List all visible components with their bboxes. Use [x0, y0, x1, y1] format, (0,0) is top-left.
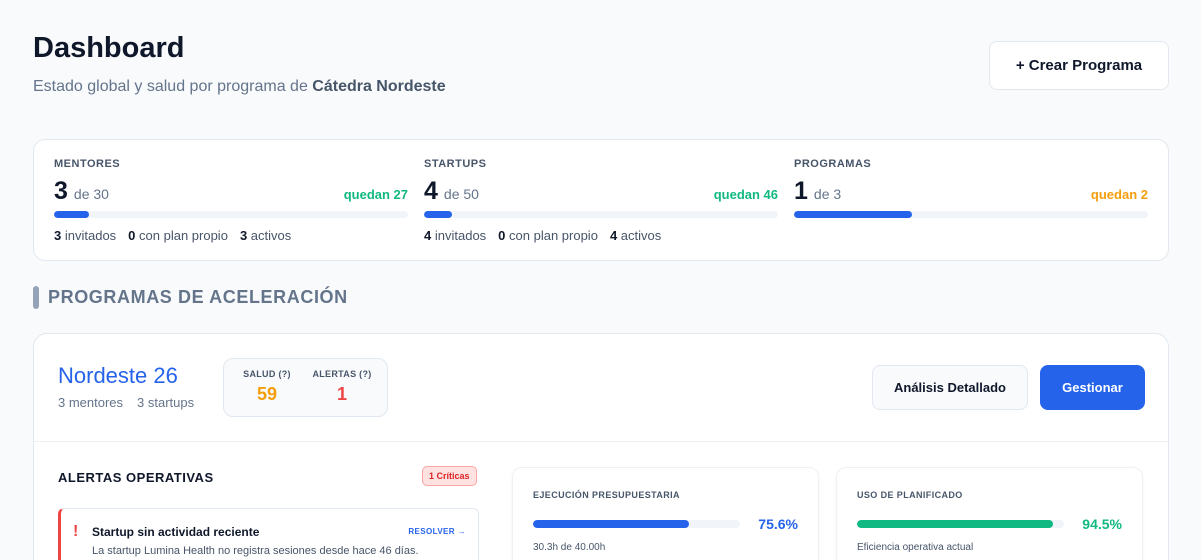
- page-title: Dashboard: [33, 32, 185, 64]
- program-meta: 3 mentores 3 startups: [58, 395, 194, 410]
- alerts-metric: ALERTAS (?) 1: [302, 369, 382, 405]
- stat-progress-fill: [424, 211, 453, 218]
- budget-execution-card: EJECUCIÓN PRESUPUESTARIA 75.6% 30.3h de …: [512, 467, 819, 560]
- stat-limit: de 50: [443, 186, 479, 202]
- alerts-label[interactable]: ALERTAS (?): [302, 369, 382, 379]
- stat-progress-fill: [54, 211, 90, 218]
- program-startups-count: 3 startups: [137, 395, 195, 410]
- card-divider: [34, 441, 1168, 442]
- kpi-label: EJECUCIÓN PRESUPUESTARIA: [533, 490, 680, 500]
- org-name: Cátedra Nordeste: [312, 78, 446, 95]
- stat-progress-bar: [54, 211, 408, 218]
- stat-detail-active: 4 activos: [609, 228, 662, 243]
- kpi-subtext: 30.3h de 40.00h: [533, 542, 606, 553]
- program-card: Nordeste 26 3 mentores 3 startups SALUD …: [33, 333, 1169, 560]
- stat-detail-invited: 4 invitados: [424, 228, 487, 243]
- stat-remaining: quedan 2: [1090, 187, 1148, 202]
- stat-remaining: quedan 46: [713, 187, 778, 202]
- stat-label: PROGRAMAS: [794, 158, 872, 170]
- resolve-link[interactable]: RESOLVER →: [408, 527, 466, 536]
- usage-stats-card: MENTORES 3 de 30 quedan 27 3 invitados 0 …: [33, 139, 1169, 261]
- health-value: 59: [256, 384, 278, 404]
- alert-description: La startup Lumina Health no registra ses…: [92, 545, 419, 557]
- kpi-progress-bar: [533, 520, 740, 528]
- stat-value: 4: [424, 177, 438, 205]
- kpi-value: 94.5%: [1082, 516, 1122, 532]
- stat-details: 4 invitados 0 con plan propio 4 activos: [424, 228, 661, 243]
- stat-progress-fill: [794, 211, 912, 218]
- stat-details: 3 invitados 0 con plan propio 3 activos: [54, 228, 291, 243]
- alert-title: Startup sin actividad reciente: [92, 525, 260, 539]
- stat-progress-bar: [424, 211, 778, 218]
- exclamation-icon: !: [73, 523, 79, 540]
- program-mentors-count: 3 mentores: [58, 395, 124, 410]
- stat-detail-active: 3 activos: [239, 228, 292, 243]
- stat-limit: de 3: [813, 186, 842, 202]
- kpi-subtext: Eficiencia operativa actual: [857, 542, 974, 553]
- kpi-value: 75.6%: [758, 516, 798, 532]
- health-label[interactable]: SALUD (?): [227, 369, 307, 379]
- section-title: PROGRAMAS DE ACELERACIÓN: [48, 287, 348, 307]
- stat-limit: de 30: [73, 186, 109, 202]
- alert-item: ! Startup sin actividad reciente RESOLVE…: [58, 508, 479, 560]
- kpi-progress-fill: [857, 520, 1053, 528]
- stat-value: 1: [794, 177, 808, 205]
- subtitle-prefix: Estado global y salud por programa de: [33, 78, 313, 95]
- manage-button[interactable]: Gestionar: [1040, 365, 1145, 410]
- stat-remaining: quedan 27: [343, 187, 408, 202]
- section-header: PROGRAMAS DE ACELERACIÓN: [33, 286, 348, 309]
- alerts-value: 1: [336, 384, 347, 404]
- section-accent-bar: [33, 286, 39, 309]
- kpi-label: USO DE PLANIFICADO: [857, 490, 963, 500]
- stat-label: MENTORES: [54, 158, 121, 170]
- kpi-progress-bar: [857, 520, 1064, 528]
- stat-detail-own-plan: 0 con plan propio: [128, 228, 228, 243]
- program-name-link[interactable]: Nordeste 26: [58, 363, 178, 389]
- page-subtitle: Estado global y salud por programa de Cá…: [33, 78, 446, 96]
- stat-detail-own-plan: 0 con plan propio: [498, 228, 598, 243]
- planned-usage-card: USO DE PLANIFICADO 94.5% Eficiencia oper…: [836, 467, 1143, 560]
- kpi-progress-fill: [533, 520, 690, 528]
- stat-value: 3: [54, 177, 68, 205]
- alerts-section-title: ALERTAS OPERATIVAS: [58, 470, 214, 485]
- detailed-analysis-button[interactable]: Análisis Detallado: [872, 365, 1028, 410]
- stat-progress-bar: [794, 211, 1148, 218]
- health-metric: SALUD (?) 59: [227, 369, 307, 405]
- critical-badge: 1 Críticas: [422, 466, 477, 486]
- program-metrics-box: SALUD (?) 59 ALERTAS (?) 1: [223, 358, 388, 417]
- stat-detail-invited: 3 invitados: [54, 228, 117, 243]
- create-program-button[interactable]: + Crear Programa: [989, 41, 1169, 90]
- stat-label: STARTUPS: [424, 158, 487, 170]
